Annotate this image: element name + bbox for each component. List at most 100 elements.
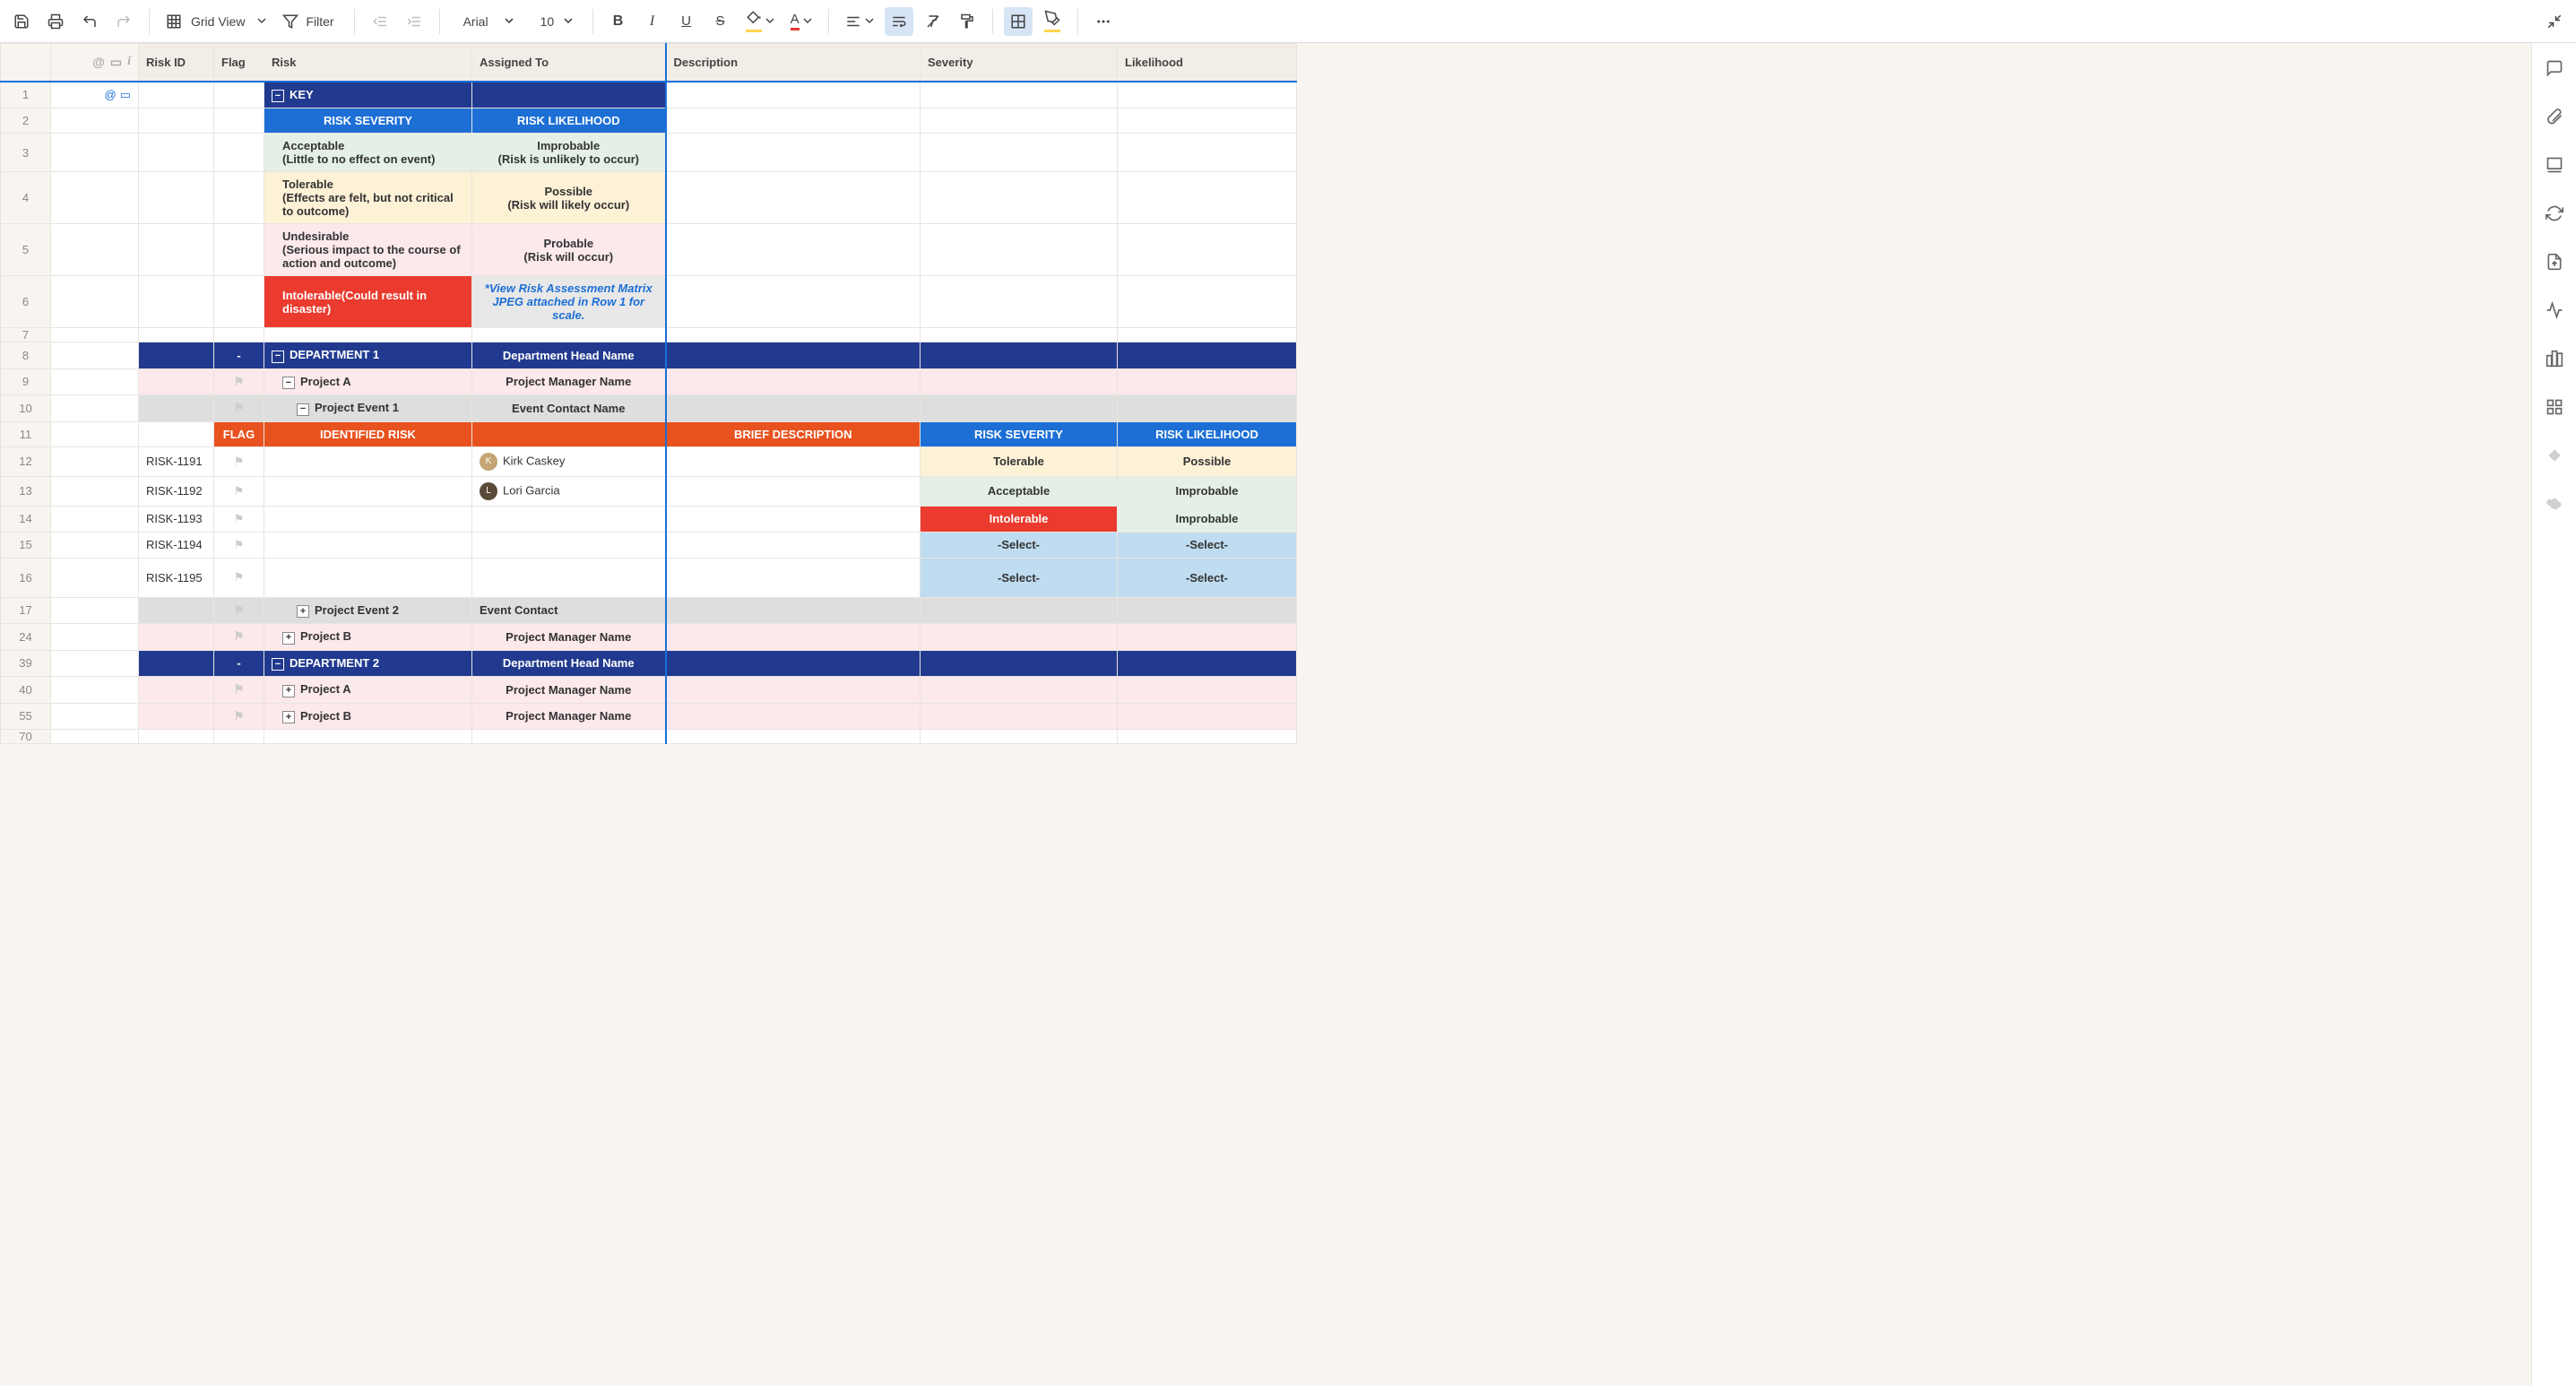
row-8[interactable]: 8 - −DEPARTMENT 1 Department Head Name [1,342,1297,369]
flag-icon[interactable]: ⚑ [234,629,245,643]
attachment-icon[interactable]: @ [105,88,117,101]
row-11[interactable]: 11 FLAG IDENTIFIED RISK BRIEF DESCRIPTIO… [1,421,1297,446]
publish-button[interactable] [2542,249,2567,274]
expand-toggle[interactable]: + [297,605,309,618]
collapse-toggle[interactable]: − [272,658,284,671]
sheet-table: @▭i Risk ID Flag Risk Assigned To Descri… [0,43,1297,744]
borders-button[interactable] [1004,7,1033,36]
row-55[interactable]: 55 ⚑ +Project B Project Manager Name [1,703,1297,730]
text-color-button[interactable]: A [785,7,817,36]
row-70[interactable]: 70 [1,730,1297,744]
flag-icon[interactable]: ⚑ [234,401,245,414]
col-description[interactable]: Description [666,44,921,82]
highlight-button[interactable] [1038,7,1067,36]
salesforce-button[interactable] [2542,491,2567,516]
font-size: 10 [537,14,558,29]
wrap-button[interactable] [885,7,913,36]
chevron-down-icon [505,14,514,28]
row-icons-header[interactable]: @▭i [51,44,139,82]
expand-toggle[interactable]: + [282,711,295,723]
row-16[interactable]: 16 RISK-1195 ⚑ -Select- -Select- [1,558,1297,597]
flag-icon[interactable]: ⚑ [234,512,245,525]
row-14[interactable]: 14 RISK-1193 ⚑ Intolerable Improbable [1,506,1297,532]
proofs-button[interactable] [2542,152,2567,178]
activity-log-button[interactable] [2542,298,2567,323]
row-1[interactable]: 1 @▭ −KEY [1,82,1297,108]
row-17[interactable]: 17 ⚑ +Project Event 2 Event Contact [1,597,1297,624]
col-likelihood[interactable]: Likelihood [1118,44,1297,82]
update-requests-button[interactable] [2542,201,2567,226]
expand-toggle[interactable]: + [282,685,295,697]
clear-format-button[interactable] [919,7,947,36]
strikethrough-button[interactable]: S [706,7,735,36]
underline-button[interactable]: U [672,7,701,36]
collapse-toggle[interactable]: − [297,403,309,416]
filter-button[interactable]: Filter [277,7,342,36]
brandfolder-button[interactable] [2542,394,2567,420]
key-label: KEY [290,88,314,101]
collapse-toggle[interactable]: − [272,90,284,102]
collapse-toggle[interactable]: − [282,377,295,389]
undo-button[interactable] [75,7,104,36]
row-6[interactable]: 6 Intolerable(Could result in disaster) … [1,276,1297,328]
resource-mgmt-button[interactable] [2542,443,2567,468]
flag-icon[interactable]: ⚑ [234,375,245,388]
grid-area[interactable]: @▭i Risk ID Flag Risk Assigned To Descri… [0,43,2531,1386]
format-painter-button[interactable] [953,7,981,36]
row-39[interactable]: 39 - −DEPARTMENT 2 Department Head Name [1,650,1297,677]
rownum-header[interactable] [1,44,51,82]
row-10[interactable]: 10 ⚑ −Project Event 1 Event Contact Name [1,395,1297,422]
redo-button[interactable] [109,7,138,36]
collapse-toggle[interactable]: − [272,351,284,363]
col-risk-id[interactable]: Risk ID [139,44,214,82]
column-header-row: @▭i Risk ID Flag Risk Assigned To Descri… [1,44,1297,82]
bold-button[interactable]: B [604,7,633,36]
col-flag[interactable]: Flag [214,44,264,82]
summary-button[interactable] [2542,346,2567,371]
row-icons[interactable]: @▭ [51,82,139,108]
row-12[interactable]: 12 RISK-1191 ⚑ KKirk Caskey Tolerable Po… [1,446,1297,476]
col-assigned[interactable]: Assigned To [472,44,666,82]
chevron-down-icon [865,14,874,28]
indent-button[interactable] [400,7,428,36]
flag-icon[interactable]: ⚑ [234,484,245,498]
flag-icon[interactable]: ⚑ [234,455,245,468]
font-size-select[interactable]: 10 [528,7,582,36]
outdent-button[interactable] [366,7,394,36]
comment-icon[interactable]: ▭ [120,88,131,101]
view-switcher[interactable]: Grid View [160,7,272,36]
row-13[interactable]: 13 RISK-1192 ⚑ LLori Garcia Acceptable I… [1,476,1297,506]
flag-icon[interactable]: ⚑ [234,709,245,723]
row-2[interactable]: 2 RISK SEVERITY RISK LIKELIHOOD [1,108,1297,134]
fill-color-button[interactable] [740,7,780,36]
font-family-select[interactable]: Arial [451,7,523,36]
row-40[interactable]: 40 ⚑ +Project A Project Manager Name [1,677,1297,704]
collapse-toolbar-button[interactable] [2540,7,2569,36]
col-risk[interactable]: Risk [264,44,472,82]
comment-icon: ▭ [110,55,122,70]
row-24[interactable]: 24 ⚑ +Project B Project Manager Name [1,624,1297,651]
print-button[interactable] [41,7,70,36]
flag-icon[interactable]: ⚑ [234,603,245,617]
col-severity[interactable]: Severity [921,44,1118,82]
align-button[interactable] [840,7,879,36]
attachments-button[interactable] [2542,104,2567,129]
flag-icon[interactable]: ⚑ [234,682,245,696]
conversations-button[interactable] [2542,56,2567,81]
more-button[interactable] [1089,7,1118,36]
flag-icon[interactable]: ⚑ [234,538,245,551]
flag-icon[interactable]: ⚑ [234,570,245,584]
chevron-down-icon [803,14,812,28]
row-4[interactable]: 4 Tolerable(Effects are felt, but not cr… [1,172,1297,224]
row-5[interactable]: 5 Undesirable(Serious impact to the cour… [1,224,1297,276]
row-3[interactable]: 3 Acceptable(Little to no effect on even… [1,134,1297,172]
expand-toggle[interactable]: + [282,632,295,645]
filter-label: Filter [302,14,337,29]
row-7[interactable]: 7 [1,328,1297,342]
row-9[interactable]: 9 ⚑ −Project A Project Manager Name [1,368,1297,395]
attachment-icon: @ [92,55,105,69]
row-15[interactable]: 15 RISK-1194 ⚑ -Select- -Select- [1,532,1297,558]
chevron-down-icon [257,14,266,28]
save-button[interactable] [7,7,36,36]
italic-button[interactable]: I [638,7,667,36]
